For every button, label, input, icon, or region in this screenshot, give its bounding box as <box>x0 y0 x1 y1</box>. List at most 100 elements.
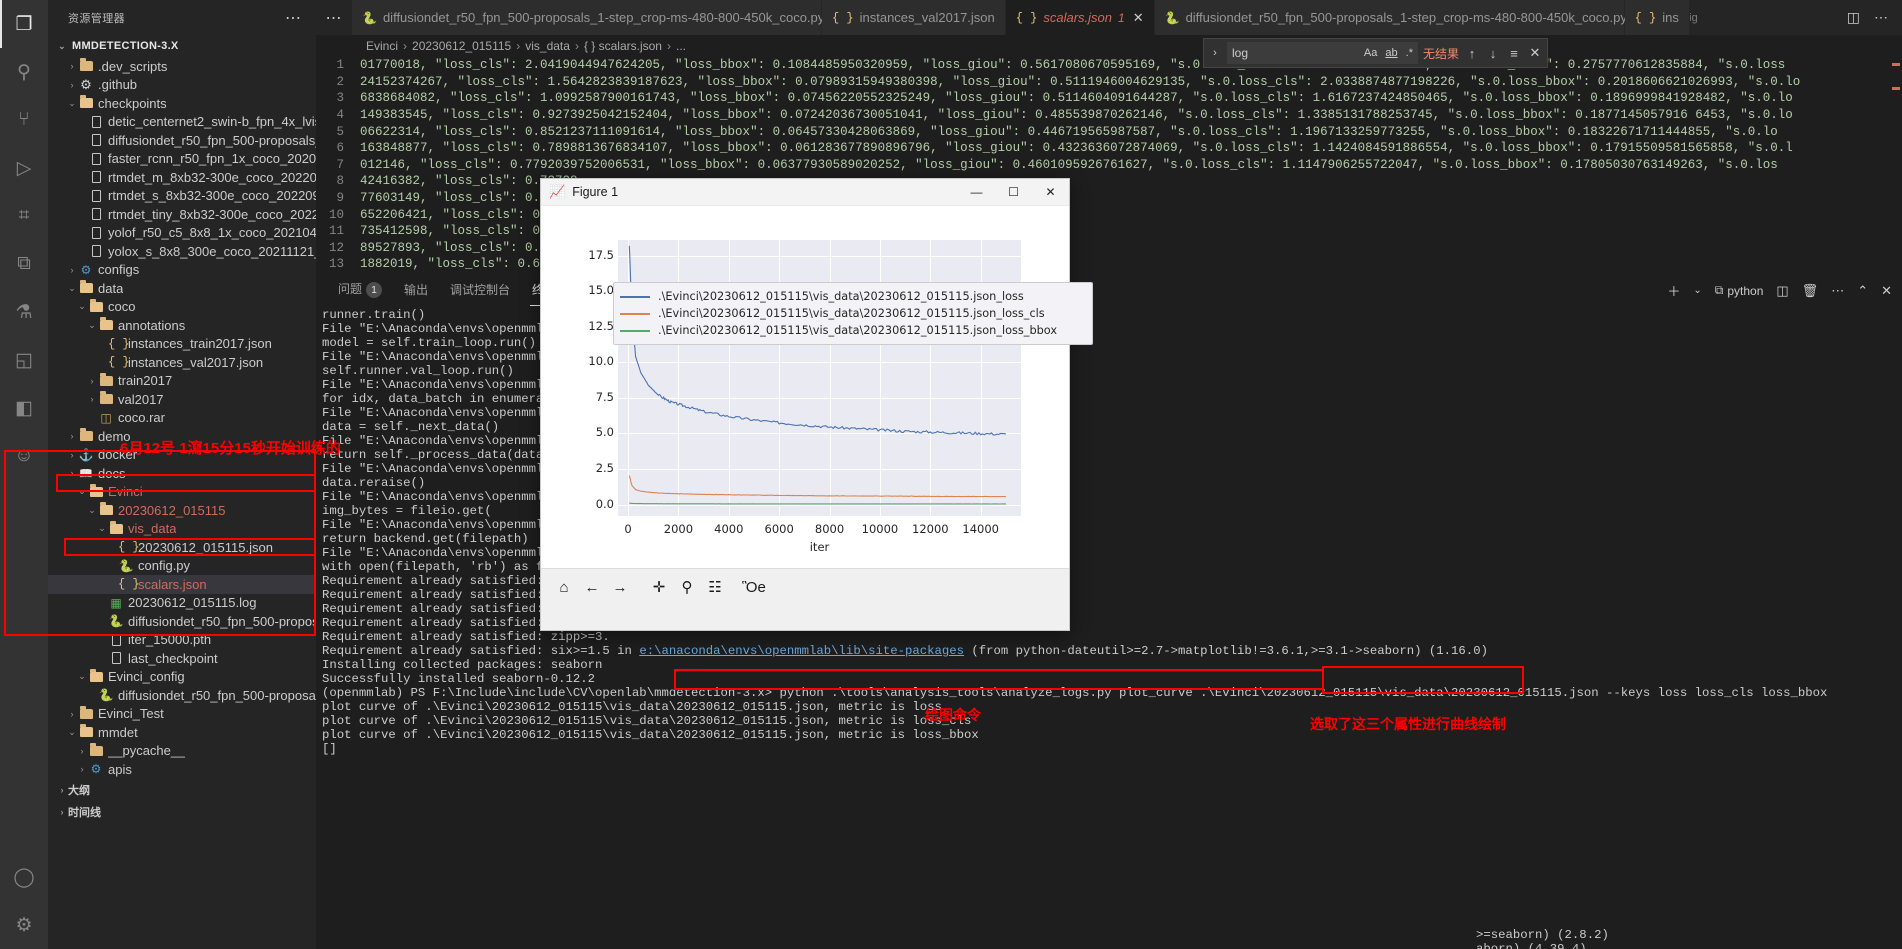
chevron-down-icon[interactable]: ⌄ <box>76 301 88 312</box>
panel-tab[interactable]: 问题 1 <box>336 280 384 302</box>
save-figure-icon[interactable]: Ὃe <box>741 574 767 600</box>
toggle-replace-icon[interactable]: › <box>1208 47 1222 59</box>
figure-canvas[interactable]: 0 2000 4000 6000 8000 10000 12000 14000 0.0 2.5 5.… <box>541 206 1093 568</box>
tree-item[interactable]: ◫ coco.rar <box>48 409 316 428</box>
chevron-down-icon[interactable]: ⌄ <box>76 671 88 682</box>
split-terminal-icon[interactable]: ◫ <box>1776 283 1788 299</box>
tree-item[interactable]: ⌄ mmdet <box>48 723 316 742</box>
tree-item[interactable]: › train2017 <box>48 372 316 391</box>
todo-icon[interactable]: ☺ <box>0 432 48 480</box>
tree-item[interactable]: rtmdet_tiny_8xb32-300e_coco_20220902_112… <box>48 205 316 224</box>
chevron-down-icon[interactable]: ⌄ <box>86 505 98 516</box>
breadcrumb-item[interactable]: { } scalars.json <box>584 39 662 53</box>
tree-item[interactable]: yolof_r50_c5_8x8_1x_coco_20210425_024427… <box>48 224 316 243</box>
tree-item[interactable]: ⌄ Evinci <box>48 483 316 502</box>
panel-more-actions-icon[interactable]: ⋯ <box>1831 283 1844 299</box>
chevron-right-icon[interactable]: › <box>66 265 78 275</box>
tree-item[interactable]: 🐍 config.py <box>48 557 316 576</box>
chevron-right-icon[interactable]: › <box>76 746 88 756</box>
tree-item[interactable]: { } instances_train2017.json <box>48 335 316 354</box>
tree-item[interactable]: ⌄ checkpoints <box>48 94 316 113</box>
find-previous-icon[interactable]: ↑ <box>1464 46 1480 61</box>
sidebar-more-actions-icon[interactable]: ⋯ <box>285 8 302 28</box>
pan-icon[interactable]: ✛ <box>646 574 672 600</box>
tree-item[interactable]: rtmdet_m_8xb32-300e_coco_20220719_11222.… <box>48 168 316 187</box>
chevron-right-icon[interactable]: › <box>86 394 98 404</box>
chevron-right-icon[interactable]: › <box>76 764 88 774</box>
tree-item[interactable]: ⌄ coco <box>48 298 316 317</box>
settings-gear-icon[interactable]: ⚙ <box>0 901 48 949</box>
tree-item[interactable]: › ⚙ .github <box>48 76 316 95</box>
tree-item[interactable]: { } instances_val2017.json <box>48 353 316 372</box>
chevron-right-icon[interactable]: › <box>66 431 78 441</box>
find-in-selection-icon[interactable]: ≡ <box>1506 46 1522 61</box>
chevron-down-icon[interactable]: ⌄ <box>96 523 108 534</box>
panel-tab[interactable]: 调试控制台 <box>448 281 512 301</box>
tree-item[interactable]: › __pycache__ <box>48 742 316 761</box>
maximize-button[interactable]: ☐ <box>995 179 1032 206</box>
chevron-down-icon[interactable]: ⌄ <box>76 486 88 497</box>
explorer-root-folder[interactable]: ⌄ MMDETECTION-3.X <box>48 35 316 57</box>
terminal-shell-selector[interactable]: ⧉ python <box>1715 283 1764 298</box>
tree-item[interactable]: rtmdet_s_8xb32-300e_coco_20220905_161602… <box>48 187 316 206</box>
tab-close-icon[interactable]: ✕ <box>1133 10 1144 26</box>
editor-tab[interactable]: { } scalars.json 1 ✕ <box>1005 0 1155 35</box>
tree-item[interactable]: iter_15000.pth <box>48 631 316 650</box>
tree-item[interactable]: 🐍 diffusiondet_r50_fpn_500-proposals_1-st… <box>48 686 316 705</box>
editor-overview-ruler[interactable] <box>1890 57 1902 273</box>
zoom-rect-icon[interactable]: ⚲ <box>674 574 700 600</box>
tree-item[interactable]: ⌄ vis_data <box>48 520 316 539</box>
tree-item[interactable]: › .dev_scripts <box>48 57 316 76</box>
search-icon[interactable]: ⚲ <box>0 48 48 96</box>
breadcrumb[interactable]: Evinci › 20230612_015115 › vis_data › { } scal… <box>316 35 1902 57</box>
tree-item[interactable]: { } scalars.json <box>48 575 316 594</box>
figure-title-bar[interactable]: 📈 Figure 1 — ☐ ✕ <box>541 179 1069 206</box>
maximize-panel-icon[interactable]: ⌃ <box>1857 283 1868 299</box>
match-case-icon[interactable]: Aa <box>1364 47 1377 59</box>
close-button[interactable]: ✕ <box>1032 179 1069 206</box>
close-panel-icon[interactable]: ✕ <box>1881 283 1892 299</box>
breadcrumb-item[interactable]: Evinci <box>366 39 398 53</box>
split-editor-icon[interactable]: ◫ <box>1847 9 1860 26</box>
accounts-icon[interactable]: ◯ <box>0 853 48 901</box>
sidebar-section-timeline[interactable]: › 时间线 <box>48 801 316 823</box>
chevron-down-icon[interactable]: ⌄ <box>66 98 78 109</box>
chevron-right-icon[interactable]: › <box>66 468 78 478</box>
breadcrumb-item[interactable]: ... <box>676 39 686 53</box>
tree-item[interactable]: › ⚙ configs <box>48 261 316 280</box>
chevron-right-icon[interactable]: › <box>56 785 68 795</box>
tree-item[interactable]: 🐍 diffusiondet_r50_fpn_500-proposals_1-st… <box>48 612 316 631</box>
docker-icon[interactable]: ◱ <box>0 336 48 384</box>
match-whole-word-icon[interactable]: ab <box>1385 47 1397 59</box>
tabs-overflow-icon[interactable]: ⋯ <box>316 0 352 35</box>
find-next-icon[interactable]: ↓ <box>1485 46 1501 61</box>
panel-tab[interactable]: 输出 <box>402 281 430 301</box>
forward-arrow-icon[interactable]: → <box>607 574 633 600</box>
new-terminal-icon[interactable]: ＋ <box>1667 281 1680 300</box>
sidebar-section-outline[interactable]: › 大纲 <box>48 779 316 801</box>
breadcrumb-item[interactable]: 20230612_015115 <box>412 39 511 53</box>
extensions-icon[interactable]: ⧉ <box>0 240 48 288</box>
find-input[interactable]: log Aa ab .* <box>1227 42 1418 64</box>
tree-item[interactable]: ⌄ annotations <box>48 316 316 335</box>
editor-more-actions-icon[interactable]: ⋯ <box>1874 9 1888 26</box>
tree-item[interactable]: ▦ 20230612_015115.log <box>48 594 316 613</box>
vscode-icon[interactable]: ◧ <box>0 384 48 432</box>
run-debug-icon[interactable]: ▷ <box>0 144 48 192</box>
tree-item[interactable]: › val2017 <box>48 390 316 409</box>
tree-item[interactable]: ⌄ data <box>48 279 316 298</box>
chevron-down-icon[interactable]: ⌄ <box>66 727 78 738</box>
explorer-icon[interactable]: ❐ <box>0 0 48 48</box>
breadcrumb-item[interactable]: vis_data <box>525 39 570 53</box>
chevron-down-icon[interactable]: ⌄ <box>86 320 98 331</box>
chevron-right-icon[interactable]: › <box>66 450 78 460</box>
remote-explorer-icon[interactable]: ⌗ <box>0 192 48 240</box>
tree-item[interactable]: ⌄ Evinci_config <box>48 668 316 687</box>
terminal-path-link[interactable]: e:\anaconda\envs\openmmlab\lib\site-pack… <box>639 644 964 658</box>
back-arrow-icon[interactable]: ← <box>579 574 605 600</box>
tree-item[interactable]: last_checkpoint <box>48 649 316 668</box>
terminal-dropdown-icon[interactable]: ⌄ <box>1693 285 1701 296</box>
tree-item[interactable]: detic_centernet2_swin-b_fpn_4x_lvis-coco… <box>48 113 316 132</box>
configure-subplots-icon[interactable]: ☷ <box>702 574 728 600</box>
editor-tab[interactable]: { } ins <box>1624 0 1690 35</box>
